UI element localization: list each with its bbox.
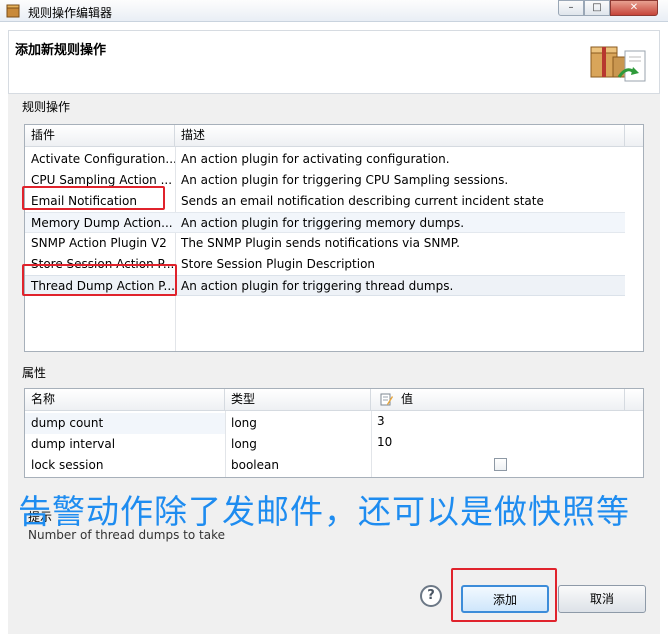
- description-cell: An action plugin for triggering thread d…: [181, 279, 454, 293]
- property-value-input[interactable]: 10: [371, 434, 625, 455]
- banner-title: 添加新规则操作: [15, 43, 107, 58]
- table-row[interactable]: SNMP Action Plugin V2 The SNMP Plugin se…: [25, 233, 625, 254]
- table-row[interactable]: Activate Configuration... An action plug…: [25, 149, 625, 170]
- plugin-cell: Activate Configuration...: [31, 152, 175, 166]
- window-title: 规则操作编辑器: [28, 6, 113, 20]
- property-name: dump count: [25, 413, 225, 434]
- title-bar: 规则操作编辑器 – □ ✕: [0, 0, 668, 22]
- table-row[interactable]: dump interval long 10: [25, 434, 625, 455]
- package-icon: [590, 46, 646, 82]
- column-description[interactable]: 描述: [175, 125, 625, 147]
- app-icon: [6, 4, 20, 18]
- column-type[interactable]: 类型: [225, 389, 371, 411]
- close-button[interactable]: ✕: [610, 0, 658, 16]
- property-type: boolean: [231, 458, 279, 472]
- plugin-cell: SNMP Action Plugin V2: [31, 236, 167, 250]
- table-row[interactable]: lock session boolean: [25, 455, 625, 476]
- property-type: long: [231, 416, 257, 430]
- description-cell: Sends an email notification describing c…: [181, 194, 544, 208]
- maximize-button[interactable]: □: [584, 0, 610, 16]
- wizard-banner: 添加新规则操作: [8, 30, 660, 94]
- lock-session-checkbox[interactable]: [494, 458, 507, 471]
- description-cell: Store Session Plugin Description: [181, 257, 376, 271]
- description-cell: An action plugin for triggering memory d…: [181, 216, 465, 230]
- property-name: dump interval: [31, 437, 116, 451]
- plugin-cell: Memory Dump Action...: [31, 216, 173, 230]
- properties-table: 名称 类型 值 dump count long 3 dump interval …: [24, 388, 644, 478]
- rule-ops-table: 插件 描述 Activate Configuration... An actio…: [24, 124, 644, 352]
- properties-header: 名称 类型 值: [25, 389, 643, 411]
- highlight-email-notification: [22, 186, 165, 210]
- highlight-thread-dump: [22, 264, 177, 296]
- table-row[interactable]: dump count long 3: [25, 413, 625, 434]
- column-name[interactable]: 名称: [25, 389, 225, 411]
- property-type: long: [231, 437, 257, 451]
- description-cell: The SNMP Plugin sends notifications via …: [181, 236, 460, 250]
- properties-group-label: 属性: [22, 366, 47, 380]
- minimize-button[interactable]: –: [558, 0, 584, 16]
- property-value-input[interactable]: 3: [371, 413, 625, 434]
- rule-ops-header: 插件 描述: [25, 125, 643, 147]
- column-plugin[interactable]: 插件: [25, 125, 175, 147]
- property-name: lock session: [31, 458, 104, 472]
- rule-ops-group-label: 规则操作: [22, 100, 71, 114]
- description-cell: An action plugin for triggering CPU Samp…: [181, 173, 509, 187]
- help-button[interactable]: ?: [420, 585, 442, 607]
- column-value-label: 值: [401, 392, 414, 406]
- cancel-button[interactable]: 取消: [558, 585, 646, 613]
- overlay-caption: 告警动作除了发邮件，还可以是做快照等: [18, 492, 630, 531]
- column-value[interactable]: 值: [371, 389, 625, 411]
- table-row[interactable]: Memory Dump Action... An action plugin f…: [25, 212, 625, 233]
- description-cell: An action plugin for activating configur…: [181, 152, 450, 166]
- highlight-add-button: [451, 568, 557, 622]
- edit-icon: [380, 393, 393, 406]
